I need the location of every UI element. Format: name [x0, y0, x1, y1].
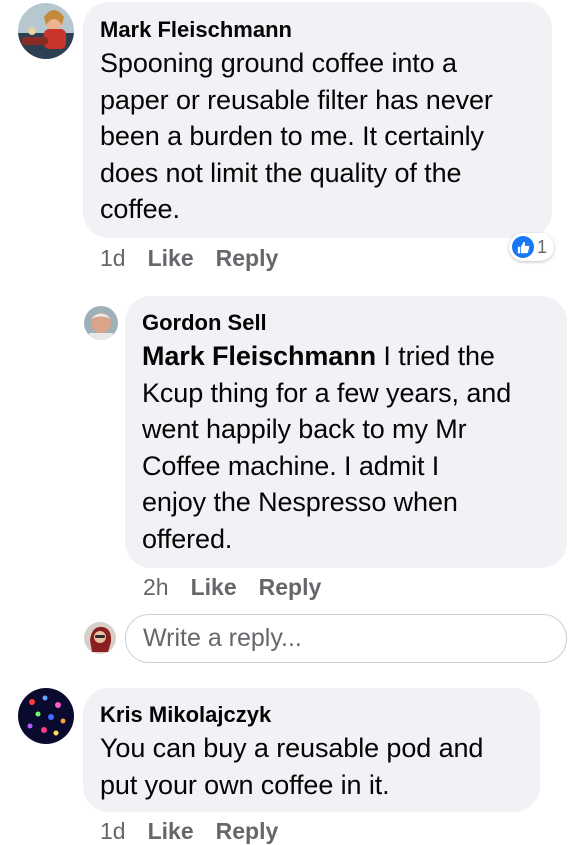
avatar[interactable] [18, 3, 74, 59]
avatar[interactable] [84, 306, 118, 340]
comment-text-line: Mark Fleischmann I tried the [142, 338, 567, 375]
comment-text-line: You can buy a reusable pod and [100, 733, 484, 763]
comment-timestamp[interactable]: 2h [143, 574, 169, 600]
like-button[interactable]: Like [148, 818, 194, 844]
like-button[interactable]: Like [191, 574, 237, 600]
comment-actions: 1d Like Reply [100, 817, 300, 845]
reaction-count[interactable]: 1 [509, 233, 555, 261]
reaction-count-label: 1 [537, 236, 548, 257]
comment-bubble: Gordon Sell Mark Fleischmann I tried the… [125, 296, 567, 568]
comment-text-line: offered. [142, 523, 233, 554]
avatar [84, 622, 116, 654]
comment-text-line: Spooning ground coffee into a [100, 48, 457, 78]
comment-text-line: does not limit the quality of the [100, 157, 462, 188]
comment-timestamp[interactable]: 1d [100, 818, 126, 844]
comment-text-line: coffee. [100, 194, 180, 224]
comment-actions: 1d Like Reply [100, 244, 300, 272]
comment-timestamp[interactable]: 1d [100, 245, 126, 271]
comment-text-line: paper or reusable filter has never [100, 84, 493, 115]
comment-text-fragment: I tried the [375, 341, 495, 371]
reply-placeholder: Write a reply... [143, 624, 302, 652]
reply-button[interactable]: Reply [216, 818, 279, 844]
thumbs-up-icon [512, 236, 534, 258]
comment-author[interactable]: Kris Mikolajczyk [100, 701, 540, 729]
reply-input[interactable]: Write a reply... [125, 614, 567, 663]
comment-bubble: Kris Mikolajczyk You can buy a reusable … [83, 688, 540, 812]
comment-actions: 2h Like Reply [143, 573, 343, 601]
avatar[interactable] [18, 688, 74, 744]
comment-text-line: Coffee machine. I admit I [142, 450, 440, 481]
comment-text-line: went happily back to my Mr [142, 414, 467, 444]
comment-author[interactable]: Gordon Sell [142, 309, 567, 337]
mention-link[interactable]: Mark Fleischmann [142, 341, 376, 371]
like-button[interactable]: Like [148, 245, 194, 271]
comment-text-line: been a burden to me. It certainly [100, 121, 484, 151]
reply-button[interactable]: Reply [259, 574, 322, 600]
comment-bubble: Mark Fleischmann Spooning ground coffee … [83, 2, 552, 238]
comment-text-line: enjoy the Nespresso when [142, 487, 458, 517]
comment-author[interactable]: Mark Fleischmann [100, 16, 552, 44]
comment-text-line: put your own coffee in it. [100, 769, 390, 800]
comment-text-line: Kcup thing for a few years, and [142, 377, 512, 408]
reply-button[interactable]: Reply [216, 245, 279, 271]
